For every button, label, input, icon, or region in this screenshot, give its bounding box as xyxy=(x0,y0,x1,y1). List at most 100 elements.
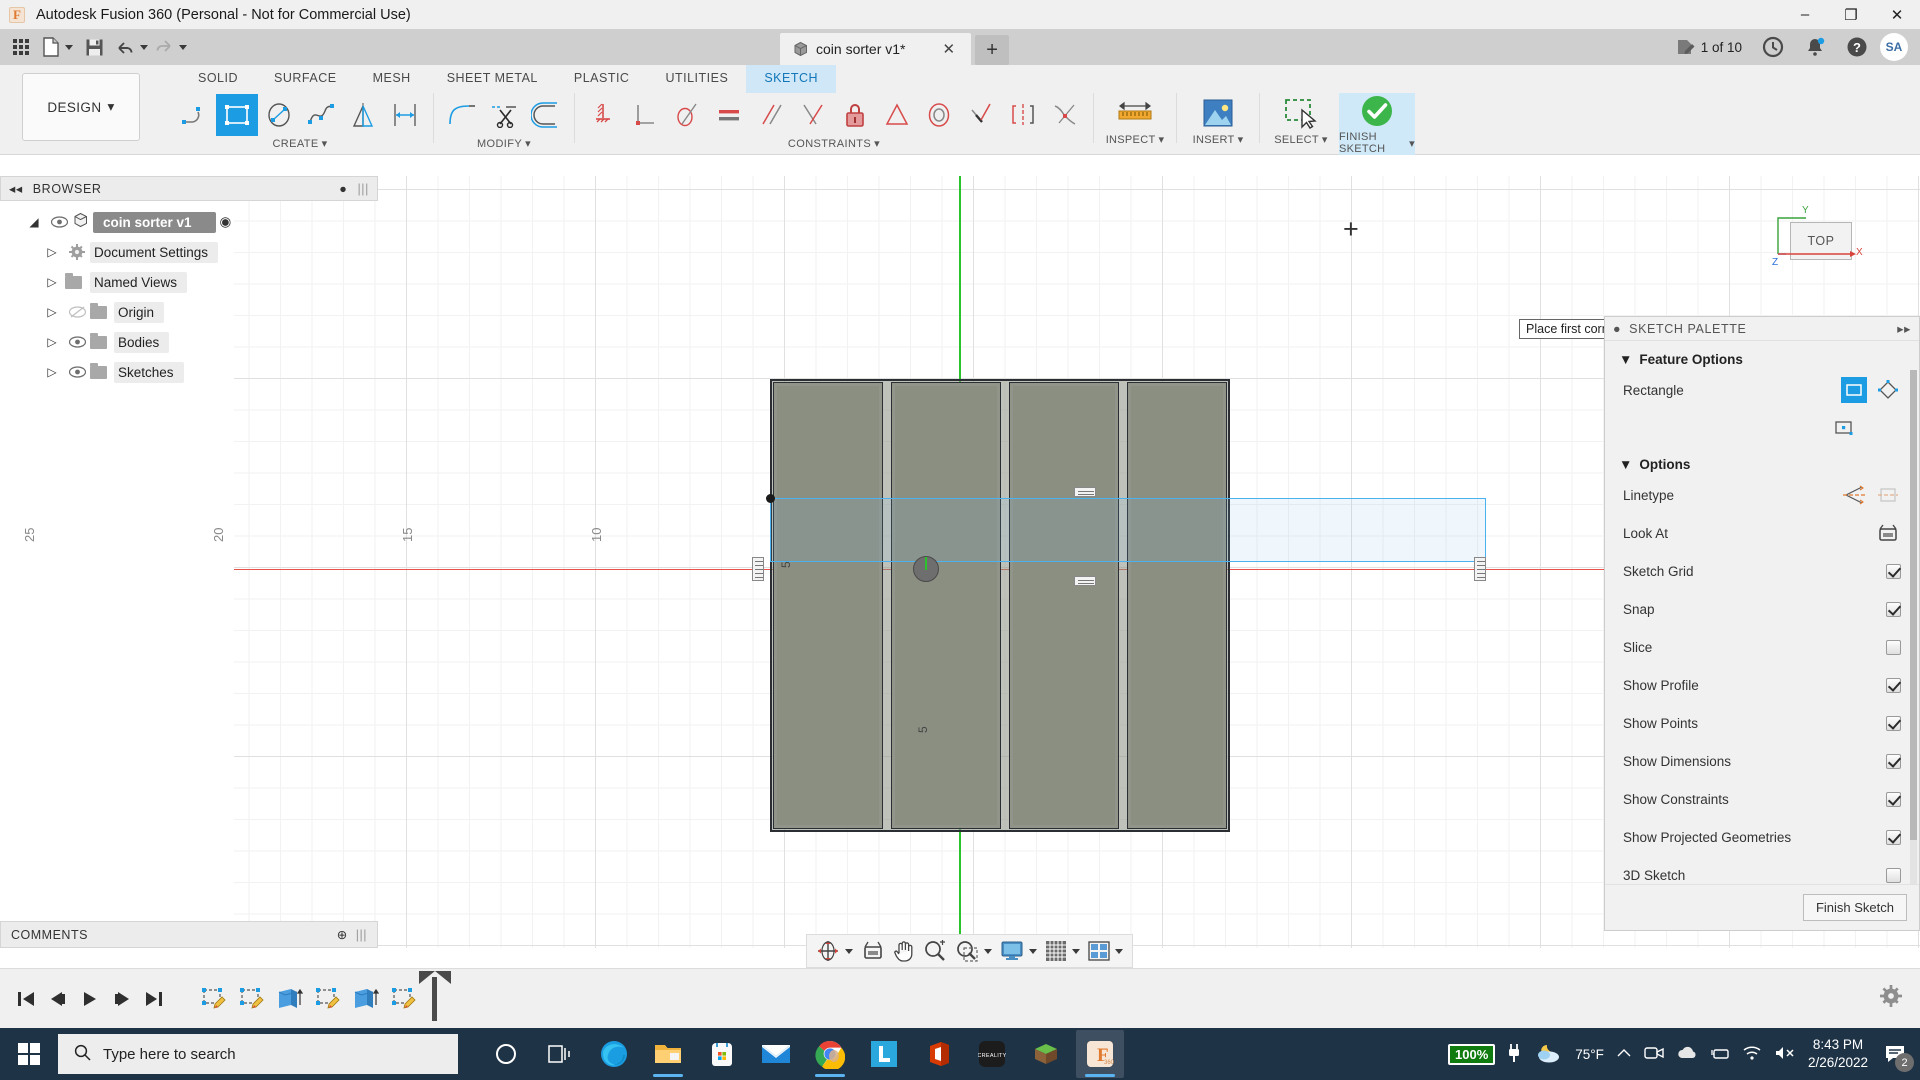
show-projected-geometries-checkbox[interactable] xyxy=(1886,830,1901,845)
add-comment-icon[interactable]: ⊕ xyxy=(337,927,348,942)
zoom-icon[interactable] xyxy=(919,937,951,965)
spline-icon[interactable] xyxy=(300,94,342,136)
chevron-down-icon[interactable]: ▾ xyxy=(1409,137,1415,150)
sketch-feature-icon[interactable] xyxy=(236,984,266,1014)
rectangle-icon[interactable] xyxy=(216,94,258,136)
redo-icon[interactable] xyxy=(154,32,187,62)
tab-utilities[interactable]: UTILITIES xyxy=(647,65,746,93)
app-grid-icon[interactable] xyxy=(6,32,36,62)
fusion360-icon[interactable]: F360 xyxy=(1076,1030,1124,1078)
windows-start-icon[interactable] xyxy=(0,1028,58,1080)
zoom-window-icon[interactable] xyxy=(951,937,996,965)
perpendicular-constraint-icon[interactable] xyxy=(624,94,666,136)
creality-icon[interactable]: CREALITY xyxy=(968,1030,1016,1078)
wifi-icon[interactable] xyxy=(1742,1045,1762,1064)
show-constraints-checkbox[interactable] xyxy=(1886,792,1901,807)
meet-now-icon[interactable] xyxy=(1644,1045,1664,1064)
chevron-down-icon[interactable]: ▾ xyxy=(525,137,531,150)
partly-cloudy-night-icon[interactable] xyxy=(1533,1042,1563,1067)
equal-constraint-icon[interactable] xyxy=(708,94,750,136)
activate-component-radio[interactable]: ◉ xyxy=(220,214,232,230)
palette-scrollbar[interactable] xyxy=(1910,370,1917,884)
tab-surface[interactable]: SURFACE xyxy=(256,65,355,93)
view-cube[interactable]: TOP Y X Z xyxy=(1772,204,1872,278)
browser-item-named-views[interactable]: ▷ Named Views xyxy=(0,267,378,297)
visibility-eye-hidden-icon[interactable] xyxy=(64,306,90,318)
offset-icon[interactable] xyxy=(525,94,567,136)
tab-mesh[interactable]: MESH xyxy=(355,65,429,93)
trim-icon[interactable] xyxy=(483,94,525,136)
browser-item-document-settings[interactable]: ▷ Document Settings xyxy=(0,237,378,267)
sketch-feature-icon[interactable] xyxy=(312,984,342,1014)
expand-arrow-icon[interactable]: ▷ xyxy=(40,305,64,319)
body-slab[interactable] xyxy=(1009,382,1119,829)
microsoft-edge-icon[interactable] xyxy=(590,1030,638,1078)
body-slab[interactable] xyxy=(891,382,1001,829)
taskbar-clock[interactable]: 8:43 PM 2/26/2022 xyxy=(1808,1036,1868,1072)
rectangle-preview[interactable] xyxy=(770,498,1486,562)
extrude-feature-icon[interactable] xyxy=(350,984,380,1014)
tab-sheet-metal[interactable]: SHEET METAL xyxy=(429,65,556,93)
document-tab[interactable]: coin sorter v1* ✕ xyxy=(780,33,971,65)
three-point-rectangle-icon[interactable] xyxy=(1875,377,1901,403)
maximize-button[interactable]: ❐ xyxy=(1828,0,1874,29)
visibility-eye-icon[interactable] xyxy=(46,216,72,228)
cortana-icon[interactable] xyxy=(482,1030,530,1078)
snap-checkbox[interactable] xyxy=(1886,602,1901,617)
minimize-button[interactable]: – xyxy=(1782,0,1828,29)
show-profile-checkbox[interactable] xyxy=(1886,678,1901,693)
microsoft-office-icon[interactable] xyxy=(914,1030,962,1078)
coincident-constraint-icon[interactable] xyxy=(792,94,834,136)
look-at-icon[interactable] xyxy=(1875,520,1901,546)
version-indicator[interactable]: 1 of 10 xyxy=(1668,32,1750,62)
expand-arrow-icon[interactable]: ▷ xyxy=(40,245,64,259)
undo-icon[interactable] xyxy=(115,32,148,62)
sketch-feature-icon[interactable] xyxy=(388,984,418,1014)
horizontal-constraint-glyph[interactable] xyxy=(1474,557,1486,581)
comments-resize-handle[interactable]: ||| xyxy=(356,928,367,942)
battery-percent-badge[interactable]: 100% xyxy=(1448,1044,1495,1065)
lightburn-icon[interactable] xyxy=(860,1030,908,1078)
pin-icon[interactable]: ● xyxy=(1613,322,1621,336)
microsoft-store-icon[interactable] xyxy=(698,1030,746,1078)
power-plug-icon[interactable] xyxy=(1507,1043,1521,1066)
chevron-down-icon[interactable]: ▾ xyxy=(874,137,880,150)
usb-device-icon[interactable] xyxy=(1710,1045,1730,1064)
display-settings-icon[interactable] xyxy=(996,937,1041,965)
weather-temp[interactable]: 75°F xyxy=(1575,1047,1604,1062)
palette-row-show-dimensions[interactable]: Show Dimensions xyxy=(1605,742,1919,780)
onedrive-icon[interactable] xyxy=(1676,1046,1698,1063)
horizontal-constraint-glyph[interactable] xyxy=(1074,576,1096,586)
visibility-eye-icon[interactable] xyxy=(64,336,90,348)
extrude-feature-icon[interactable] xyxy=(274,984,304,1014)
action-center-icon[interactable]: 2 xyxy=(1880,1039,1910,1069)
show-dimensions-checkbox[interactable] xyxy=(1886,754,1901,769)
fillet-icon[interactable] xyxy=(441,94,483,136)
browser-item-bodies[interactable]: ▷ Bodies xyxy=(0,327,378,357)
midpoint-constraint-icon[interactable] xyxy=(876,94,918,136)
symmetry-constraint-icon[interactable] xyxy=(1002,94,1044,136)
show-points-checkbox[interactable] xyxy=(1886,716,1901,731)
avatar[interactable]: SA xyxy=(1880,33,1908,61)
viewports-icon[interactable] xyxy=(1084,937,1127,965)
sketch-grid-checkbox[interactable] xyxy=(1886,564,1901,579)
feature-options-section-header[interactable]: ▼ Feature Options xyxy=(1605,342,1919,371)
timeline-settings-icon[interactable] xyxy=(1880,985,1902,1012)
sketch-point[interactable] xyxy=(766,494,775,503)
browser-resize-handle[interactable]: ||| xyxy=(357,182,369,196)
palette-row-sketch-grid[interactable]: Sketch Grid xyxy=(1605,552,1919,590)
body-slab[interactable] xyxy=(1127,382,1227,829)
palette-row-show-points[interactable]: Show Points xyxy=(1605,704,1919,742)
horizontal-constraint-glyph[interactable] xyxy=(752,557,764,581)
browser-item-coin-sorter[interactable]: ◢ coin sorter v1 ◉ xyxy=(0,207,378,237)
inspect-button[interactable]: INSPECT▾ xyxy=(1097,93,1173,155)
tab-sketch[interactable]: SKETCH xyxy=(746,65,836,93)
palette-row-show-constraints[interactable]: Show Constraints xyxy=(1605,780,1919,818)
look-at-icon[interactable] xyxy=(857,937,889,965)
step-back-icon[interactable] xyxy=(42,981,74,1017)
circle-icon[interactable] xyxy=(258,94,300,136)
go-to-end-icon[interactable] xyxy=(138,981,170,1017)
expand-arrow-icon[interactable]: ◢ xyxy=(22,215,46,229)
new-tab-button[interactable]: + xyxy=(975,35,1009,65)
slice-checkbox[interactable] xyxy=(1886,640,1901,655)
